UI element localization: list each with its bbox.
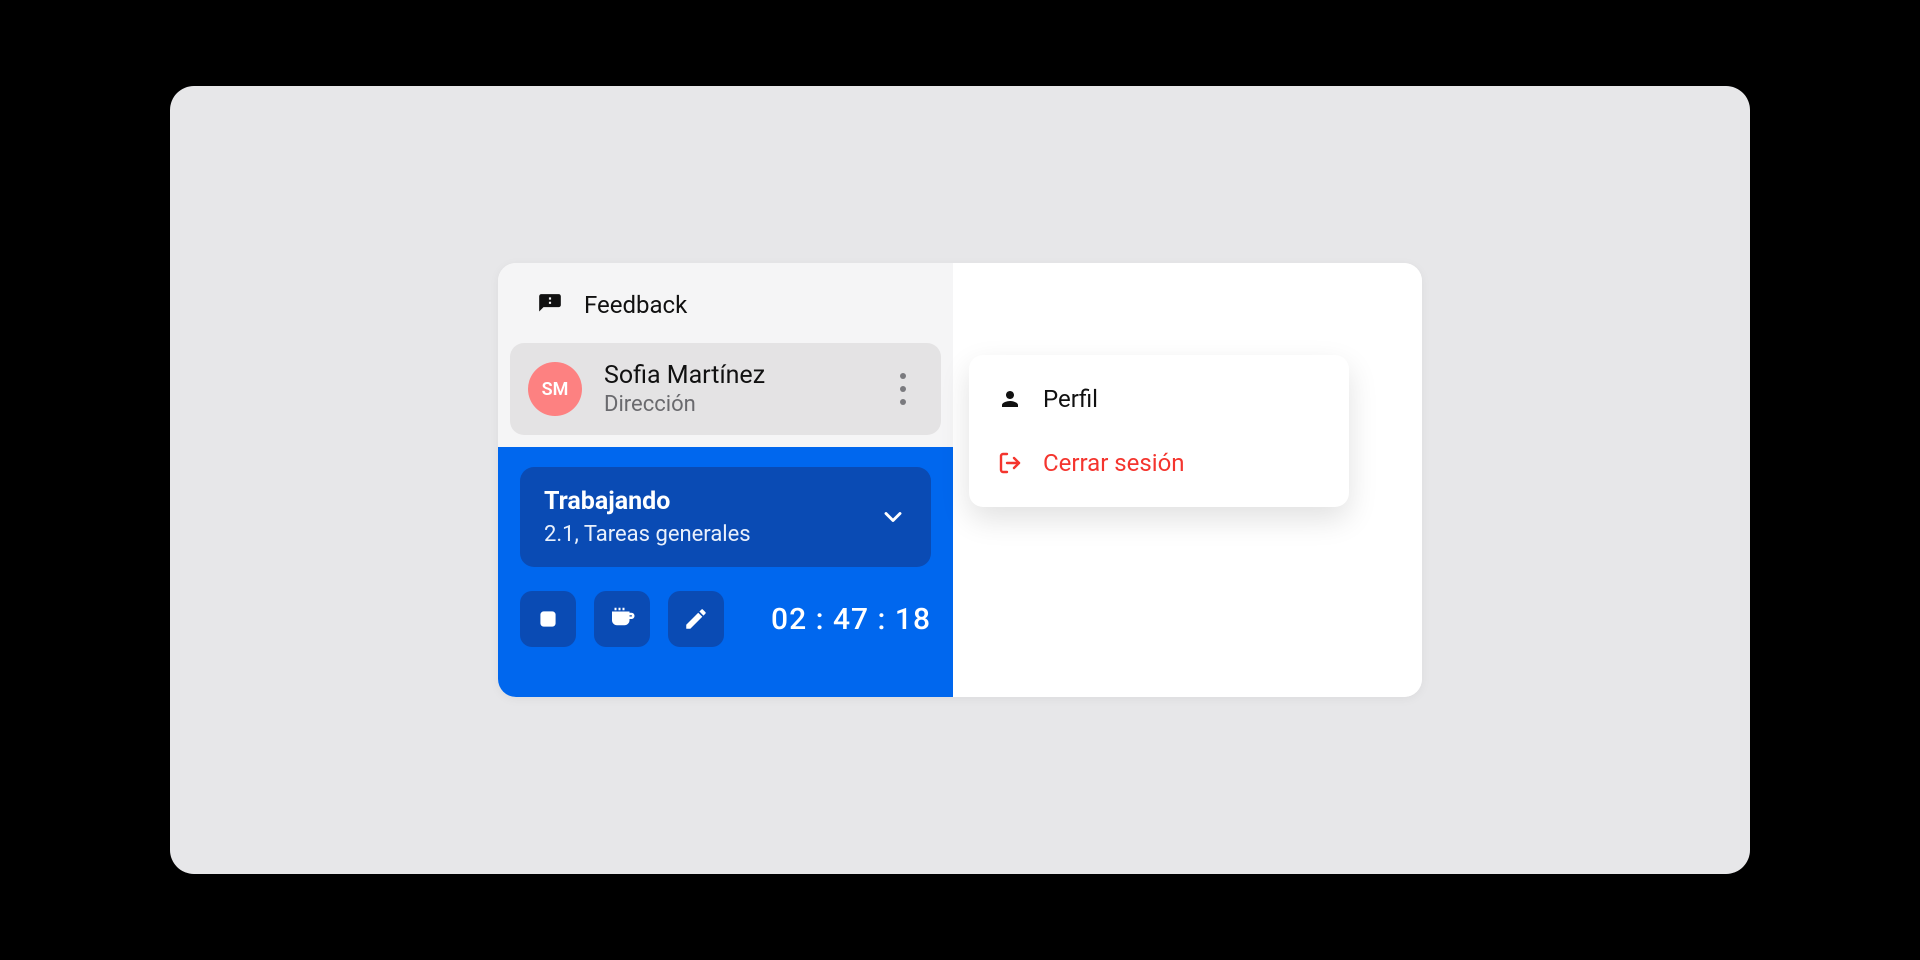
feedback-label: Feedback bbox=[584, 291, 687, 319]
feedback-icon bbox=[536, 291, 564, 319]
user-row[interactable]: SM Sofia Martínez Dirección bbox=[510, 343, 941, 435]
feedback-row[interactable]: Feedback bbox=[498, 263, 953, 343]
timer-value: 02 : 47 : 18 bbox=[771, 602, 931, 637]
widget-card: Feedback SM Sofia Martínez Dirección bbox=[498, 263, 1422, 697]
work-panel: Trabajando 2.1, Tareas generales bbox=[498, 447, 953, 697]
coffee-icon bbox=[607, 604, 637, 634]
work-header-text: Trabajando 2.1, Tareas generales bbox=[544, 487, 751, 547]
stage: Feedback SM Sofia Martínez Dirección bbox=[170, 86, 1750, 874]
user-role: Dirección bbox=[604, 392, 861, 417]
menu-item-logout-label: Cerrar sesión bbox=[1043, 449, 1185, 477]
menu-item-profile[interactable]: Perfil bbox=[969, 367, 1349, 431]
user-menu: Perfil Cerrar sesión bbox=[969, 355, 1349, 507]
person-icon bbox=[997, 386, 1023, 412]
user-name: Sofia Martínez bbox=[604, 361, 861, 390]
stop-icon bbox=[535, 606, 561, 632]
left-panel: Feedback SM Sofia Martínez Dirección bbox=[498, 263, 953, 697]
menu-item-profile-label: Perfil bbox=[1043, 385, 1098, 413]
pencil-icon bbox=[683, 606, 709, 632]
work-actions: 02 : 47 : 18 bbox=[520, 591, 931, 647]
stop-button[interactable] bbox=[520, 591, 576, 647]
avatar: SM bbox=[528, 362, 582, 416]
user-more-button[interactable] bbox=[883, 359, 923, 419]
user-text: Sofia Martínez Dirección bbox=[604, 361, 861, 417]
work-task-label: 2.1, Tareas generales bbox=[544, 522, 751, 547]
more-vertical-icon bbox=[900, 373, 906, 405]
work-status-dropdown[interactable]: Trabajando 2.1, Tareas generales bbox=[520, 467, 931, 567]
work-status-label: Trabajando bbox=[544, 487, 751, 516]
chevron-down-icon bbox=[879, 503, 907, 531]
menu-item-logout[interactable]: Cerrar sesión bbox=[969, 431, 1349, 495]
logout-icon bbox=[997, 450, 1023, 476]
edit-button[interactable] bbox=[668, 591, 724, 647]
avatar-initials: SM bbox=[542, 379, 569, 400]
action-buttons bbox=[520, 591, 724, 647]
break-button[interactable] bbox=[594, 591, 650, 647]
right-panel: Perfil Cerrar sesión bbox=[953, 263, 1422, 697]
